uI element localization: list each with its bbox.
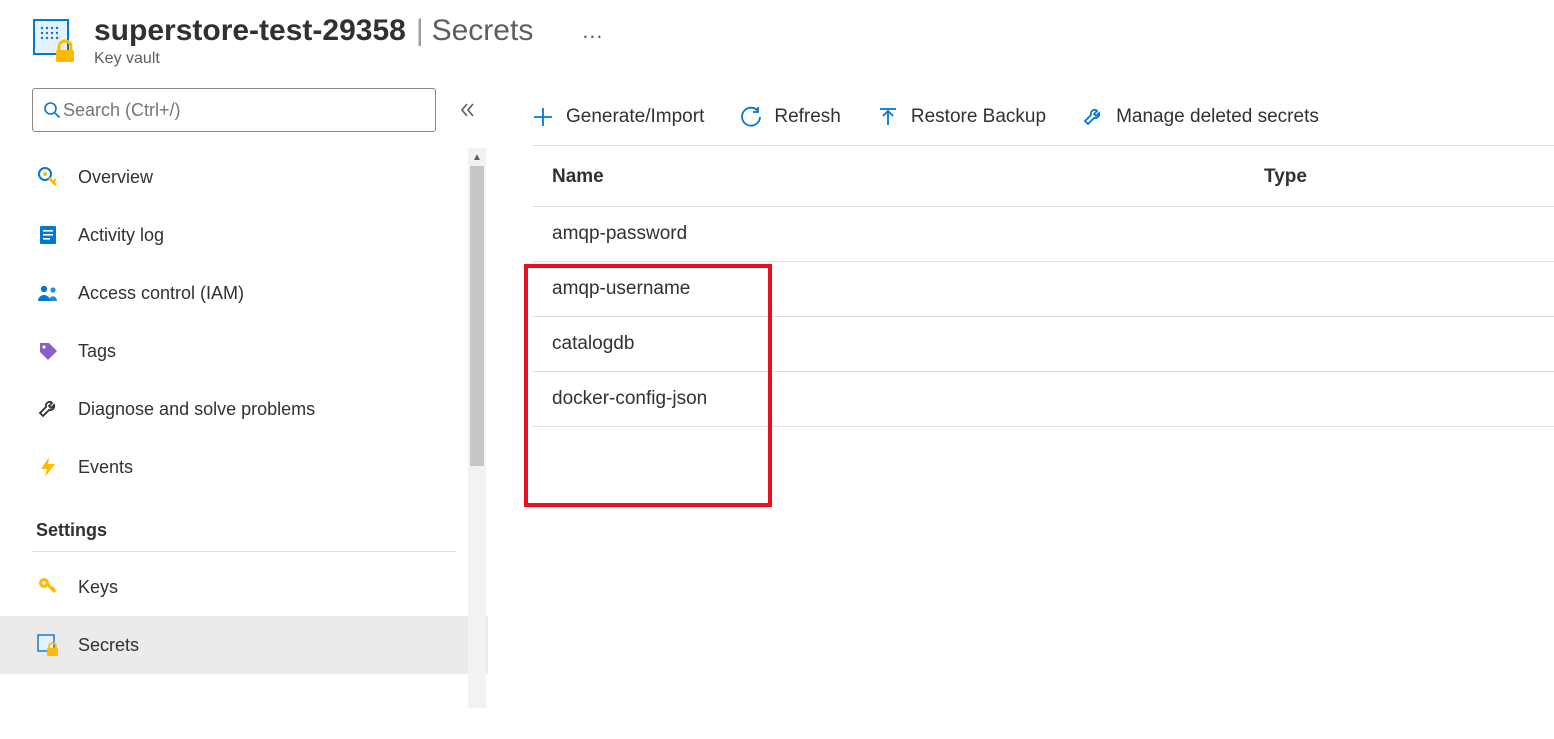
sidebar-item-label: Access control (IAM) bbox=[78, 283, 244, 304]
wrench-icon bbox=[36, 397, 60, 421]
plus-icon bbox=[532, 106, 554, 128]
sidebar-search-input[interactable] bbox=[61, 99, 425, 122]
sidebar-item-label: Overview bbox=[78, 167, 153, 188]
sidebar-section-settings: Settings bbox=[32, 496, 456, 552]
page-header: superstore-test-29358 | Secrets … Key va… bbox=[0, 0, 1554, 68]
sidebar-search[interactable] bbox=[32, 88, 436, 132]
blade-title: Secrets bbox=[432, 14, 534, 48]
sidebar-item-events[interactable]: Events bbox=[32, 438, 464, 496]
sidebar-item-label: Secrets bbox=[78, 635, 139, 656]
toolbar-label: Refresh bbox=[774, 106, 841, 128]
sidebar-nav: Overview Activity log Access control (IA… bbox=[32, 148, 464, 674]
secret-name: docker-config-json bbox=[552, 388, 1264, 410]
keyvault-resource-icon bbox=[32, 18, 78, 64]
table-row[interactable]: catalogdb bbox=[532, 316, 1554, 371]
column-header-name[interactable]: Name bbox=[552, 166, 1264, 188]
title-divider: | bbox=[416, 14, 424, 48]
sidebar-item-keys[interactable]: Keys bbox=[32, 558, 464, 616]
refresh-icon bbox=[740, 106, 762, 128]
sidebar-item-overview[interactable]: Overview bbox=[32, 148, 464, 206]
collapse-sidebar-icon[interactable] bbox=[458, 101, 476, 119]
table-header: Name Type bbox=[532, 146, 1554, 206]
sidebar-item-diagnose[interactable]: Diagnose and solve problems bbox=[32, 380, 464, 438]
column-header-type[interactable]: Type bbox=[1264, 166, 1554, 188]
table-row[interactable]: amqp-username bbox=[532, 261, 1554, 316]
secret-type bbox=[1264, 333, 1554, 355]
table-row[interactable]: docker-config-json bbox=[532, 371, 1554, 427]
key-solid-icon bbox=[36, 575, 60, 599]
scrollbar-up-arrow-icon[interactable]: ▲ bbox=[468, 148, 486, 166]
generate-import-button[interactable]: Generate/Import bbox=[532, 106, 704, 128]
tag-icon bbox=[36, 339, 60, 363]
sidebar-item-secrets[interactable]: Secrets bbox=[0, 616, 488, 674]
sidebar-item-activity-log[interactable]: Activity log bbox=[32, 206, 464, 264]
log-icon bbox=[36, 223, 60, 247]
scrollbar-thumb[interactable] bbox=[470, 166, 484, 466]
search-icon bbox=[43, 101, 61, 119]
sidebar-item-label: Diagnose and solve problems bbox=[78, 399, 315, 420]
sidebar-item-label: Activity log bbox=[78, 225, 164, 246]
sidebar-item-tags[interactable]: Tags bbox=[32, 322, 464, 380]
secret-type bbox=[1264, 388, 1554, 410]
resource-name: superstore-test-29358 bbox=[94, 14, 406, 48]
restore-icon bbox=[877, 106, 899, 128]
sidebar: Overview Activity log Access control (IA… bbox=[0, 88, 488, 674]
toolbar-label: Generate/Import bbox=[566, 106, 704, 128]
refresh-button[interactable]: Refresh bbox=[740, 106, 841, 128]
secrets-table: Name Type amqp-password amqp-username ca… bbox=[532, 146, 1554, 427]
people-icon bbox=[36, 281, 60, 305]
secret-name: amqp-password bbox=[552, 223, 1264, 245]
manage-deleted-secrets-button[interactable]: Manage deleted secrets bbox=[1082, 106, 1319, 128]
sidebar-item-label: Tags bbox=[78, 341, 116, 362]
toolbar-label: Restore Backup bbox=[911, 106, 1046, 128]
wrench-icon bbox=[1082, 106, 1104, 128]
resource-type-label: Key vault bbox=[94, 50, 605, 68]
secrets-icon bbox=[36, 633, 60, 657]
secret-name: amqp-username bbox=[552, 278, 1264, 300]
lightning-icon bbox=[36, 455, 60, 479]
sidebar-scrollbar[interactable]: ▲ bbox=[468, 148, 486, 708]
sidebar-item-access-control[interactable]: Access control (IAM) bbox=[32, 264, 464, 322]
main-panel: Generate/Import Refresh Restore Backup M… bbox=[488, 88, 1554, 674]
secret-type bbox=[1264, 223, 1554, 245]
restore-backup-button[interactable]: Restore Backup bbox=[877, 106, 1046, 128]
sidebar-item-label: Keys bbox=[78, 577, 118, 598]
sidebar-item-label: Events bbox=[78, 457, 133, 478]
key-icon bbox=[36, 165, 60, 189]
toolbar: Generate/Import Refresh Restore Backup M… bbox=[532, 88, 1554, 146]
secret-type bbox=[1264, 278, 1554, 300]
table-row[interactable]: amqp-password bbox=[532, 206, 1554, 261]
toolbar-label: Manage deleted secrets bbox=[1116, 106, 1319, 128]
secret-name: catalogdb bbox=[552, 333, 1264, 355]
more-actions-button[interactable]: … bbox=[581, 18, 605, 44]
